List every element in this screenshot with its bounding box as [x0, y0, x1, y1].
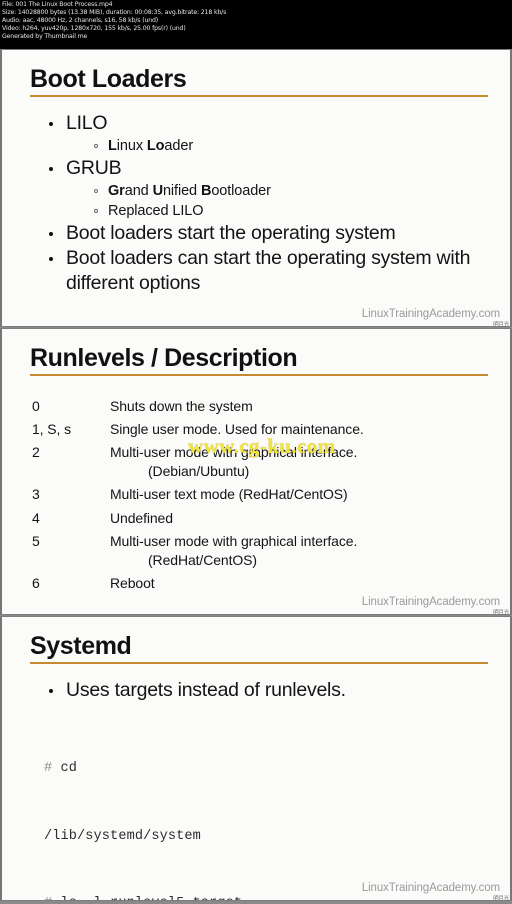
slide-title: Runlevels / Description [30, 344, 298, 372]
table-row: 4 Undefined [32, 506, 490, 529]
sub-bullet-text-2: ader [164, 138, 194, 155]
thumbnail-sheet: File: 001 The Linux Boot Process.mp4 Siz… [0, 0, 512, 904]
terminal-text: cd [60, 761, 78, 777]
runlevel-key: 3 [32, 486, 40, 503]
runlevel-desc: Undefined [110, 509, 173, 526]
runlevel-desc: Shuts down the system [110, 397, 253, 414]
table-row: 6 Reboot [32, 571, 490, 594]
sub-bullet-bold-1: L [108, 138, 117, 155]
brand-watermark: LinuxTrainingAcademy.com [361, 308, 500, 320]
bullet-dot-icon [49, 167, 53, 172]
video-metadata-header: File: 001 The Linux Boot Process.mp4 Siz… [0, 0, 512, 49]
runlevel-key: 5 [32, 532, 40, 549]
slide-title: Systemd [30, 632, 132, 660]
bullet-dot-icon [49, 689, 53, 694]
list-item: Boot loaders can start the operating sys… [44, 246, 488, 296]
runlevel-desc-cell: Multi-user mode with graphical interface… [110, 529, 490, 571]
title-rule [30, 662, 488, 665]
runlevel-key: 1, S, s [32, 421, 71, 438]
runlevel-desc: Reboot [110, 574, 155, 591]
bullet-text: GRUB [66, 157, 122, 180]
bullet-circle-icon [94, 144, 98, 149]
bullet-list-level2: Grand Unified Bootloader Replaced LILO [88, 181, 488, 221]
bullet-text: LILO [66, 112, 108, 135]
terminal-text: /lib/systemd/system [44, 828, 201, 844]
list-item: Linux Loader [88, 136, 488, 156]
terminal-line: /lib/systemd/system [44, 826, 488, 849]
sub-bullet-bold-3: B [200, 183, 212, 200]
sub-bullet-text-1: inux [116, 138, 147, 155]
list-item: Replaced LILO [88, 201, 488, 221]
slide-runlevels[interactable]: Runlevels / Description 0 Shuts down the… [0, 328, 512, 615]
runlevel-desc-cell: Undefined [110, 506, 490, 529]
sub-bullet-bold-1: Gr [108, 183, 125, 200]
bullet-list-level2: Linux Loader [88, 136, 488, 156]
shell-prompt: # [44, 896, 61, 900]
cjk-watermark: 明月光 [493, 610, 509, 615]
runlevel-desc-sub: (Debian/Ubuntu) [148, 463, 250, 480]
title-rule [30, 374, 488, 377]
sub-bullet-text-3: ootloader [211, 183, 271, 200]
list-item: Uses targets instead of runlevels. [44, 678, 488, 703]
bullet-circle-icon [94, 209, 98, 214]
list-item: Grand Unified Bootloader [88, 181, 488, 201]
metadata-file-line: File: 001 The Linux Boot Process.mp4 [2, 1, 113, 8]
title-rule [30, 95, 488, 98]
list-item: GRUB Grand Unified Bootloader Replaced L… [44, 156, 488, 221]
terminal-line: # ls -l runlevel5.target [44, 893, 488, 900]
terminal-text: ls -l runlevel5.target [61, 896, 243, 900]
runlevel-desc: Multi-user mode with graphical interface… [110, 532, 358, 549]
brand-watermark: LinuxTrainingAcademy.com [361, 596, 500, 608]
sub-bullet-text: Replaced LILO [108, 203, 204, 220]
sub-bullet-bold-2: U [152, 183, 163, 200]
list-item: LILO Linux Loader [44, 111, 488, 156]
runlevel-desc-cell: Shuts down the system [110, 394, 490, 417]
slide-systemd[interactable]: Systemd Uses targets instead of runlevel… [0, 616, 512, 901]
table-row: 3 Multi-user text mode (RedHat/CentOS) [32, 483, 490, 506]
site-watermark: www.cg-ku.com [188, 434, 336, 458]
terminal-block: # cd /lib/systemd/system # ls -l runleve… [44, 713, 488, 900]
cjk-watermark: 明月光 [493, 896, 509, 901]
bullet-circle-icon [94, 189, 98, 194]
metadata-video-line: Video: h264, yuv420p, 1280x720, 155 kb/s… [2, 25, 186, 33]
terminal-line: # cd [44, 758, 488, 781]
cjk-watermark: 明月光 [493, 322, 509, 327]
slide-title: Boot Loaders [30, 65, 187, 93]
runlevels-table: 0 Shuts down the system 1, S, s Single u… [32, 394, 490, 594]
bullet-dot-icon [49, 232, 53, 237]
table-row: 5 Multi-user mode with graphical interfa… [32, 529, 490, 571]
bullet-dot-icon [49, 257, 53, 262]
bullet-list-level1: Uses targets instead of runlevels. [44, 678, 488, 703]
bullet-text: Boot loaders can start the operating sys… [66, 247, 471, 295]
bullet-text: Boot loaders start the operating system [66, 222, 396, 245]
runlevel-desc: Multi-user text mode (RedHat/CentOS) [110, 486, 348, 503]
runlevel-key: 4 [32, 509, 40, 526]
runlevel-key: 6 [32, 574, 40, 591]
slide-boot-loaders[interactable]: Boot Loaders LILO Linux Loader GRUB Gran… [0, 49, 512, 327]
runlevel-desc-cell: Multi-user text mode (RedHat/CentOS) [110, 483, 490, 506]
sub-bullet-bold-2: Lo [146, 138, 165, 155]
sub-bullet-text-2: nified [162, 183, 201, 200]
runlevel-key: 0 [32, 397, 40, 414]
runlevel-desc-sub: (RedHat/CentOS) [148, 551, 257, 568]
runlevel-desc-cell: Reboot [110, 571, 490, 594]
shell-prompt: # [44, 761, 61, 777]
metadata-generator-line: Generated by Thumbnail me [2, 33, 88, 41]
sub-bullet-text-1: and [124, 183, 153, 200]
bullet-dot-icon [49, 122, 53, 127]
slide-thumbnail-stack: Boot Loaders LILO Linux Loader GRUB Gran… [0, 49, 512, 904]
metadata-audio-line: Audio: aac, 48000 Hz, 2 channels, s16, 5… [2, 17, 159, 25]
bullet-list-level1: LILO Linux Loader GRUB Grand Unified Boo… [44, 111, 488, 296]
brand-watermark: LinuxTrainingAcademy.com [361, 882, 500, 894]
runlevel-key: 2 [32, 444, 40, 461]
metadata-size-line: Size: 14028800 bytes (13.38 MiB), durati… [2, 9, 227, 17]
bullet-text: Uses targets instead of runlevels. [66, 679, 346, 702]
list-item: Boot loaders start the operating system [44, 221, 488, 246]
table-row: 0 Shuts down the system [32, 394, 490, 417]
